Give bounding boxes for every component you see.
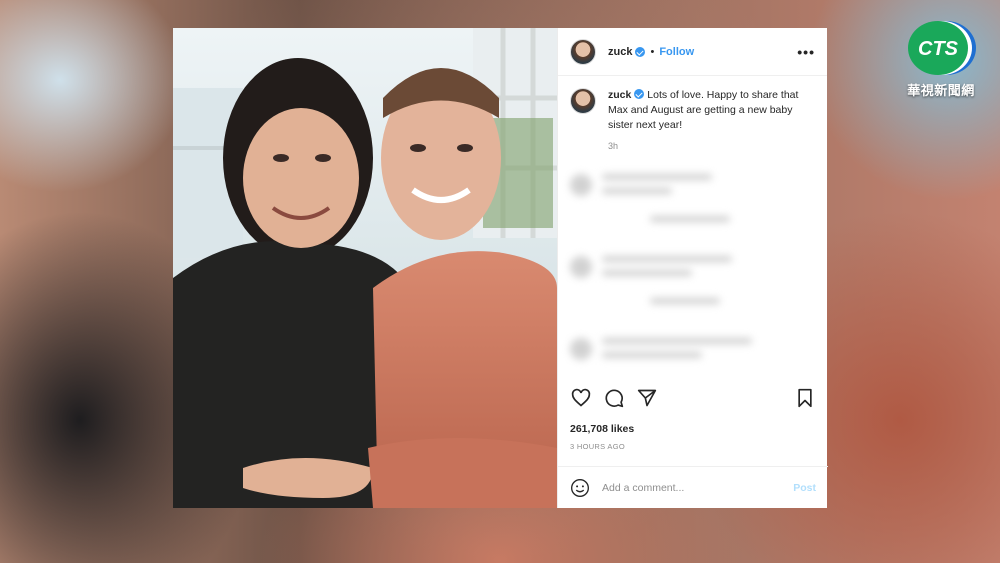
heart-icon[interactable] bbox=[570, 387, 592, 409]
cts-logo-text: CTS bbox=[918, 38, 959, 60]
list-item bbox=[570, 172, 816, 196]
caption-timestamp: 3h bbox=[608, 141, 619, 151]
comment-input[interactable]: Add a comment... bbox=[602, 482, 684, 494]
avatar[interactable] bbox=[570, 38, 596, 65]
instagram-post-panel: zuck • Follow ••• zuck Lots of love. Hap… bbox=[557, 28, 828, 508]
post-caption: zuck Lots of love. Happy to share that M… bbox=[558, 76, 827, 154]
blurred-comments bbox=[558, 158, 828, 378]
post-actions bbox=[558, 384, 828, 412]
like-count[interactable]: 261,708 likes bbox=[570, 423, 634, 435]
broadcaster-logo: CTS 華視新聞網 bbox=[896, 18, 986, 98]
comment-icon[interactable] bbox=[603, 387, 625, 409]
list-item bbox=[570, 296, 816, 316]
add-comment-bar: Add a comment... Post bbox=[558, 466, 828, 508]
post-photo[interactable] bbox=[173, 28, 557, 508]
follow-button[interactable]: Follow bbox=[659, 46, 694, 58]
list-item bbox=[570, 336, 816, 360]
verified-badge-icon bbox=[634, 89, 645, 99]
separator-dot: • bbox=[650, 45, 655, 58]
paper-plane-icon[interactable] bbox=[636, 387, 658, 409]
channel-name: 華視新聞網 bbox=[907, 83, 975, 98]
caption-username[interactable]: zuck bbox=[608, 89, 631, 101]
list-item bbox=[570, 254, 816, 278]
more-options-icon[interactable]: ••• bbox=[797, 44, 815, 60]
post-header: zuck • Follow ••• bbox=[558, 28, 827, 76]
list-item bbox=[570, 214, 816, 234]
post-button[interactable]: Post bbox=[793, 482, 816, 494]
caption-avatar[interactable] bbox=[570, 88, 596, 114]
smiley-icon[interactable] bbox=[570, 478, 590, 498]
post-timestamp: 3 HOURS AGO bbox=[570, 442, 625, 451]
username[interactable]: zuck bbox=[608, 46, 632, 58]
verified-badge-icon bbox=[635, 46, 646, 57]
bookmark-icon[interactable] bbox=[794, 387, 816, 409]
